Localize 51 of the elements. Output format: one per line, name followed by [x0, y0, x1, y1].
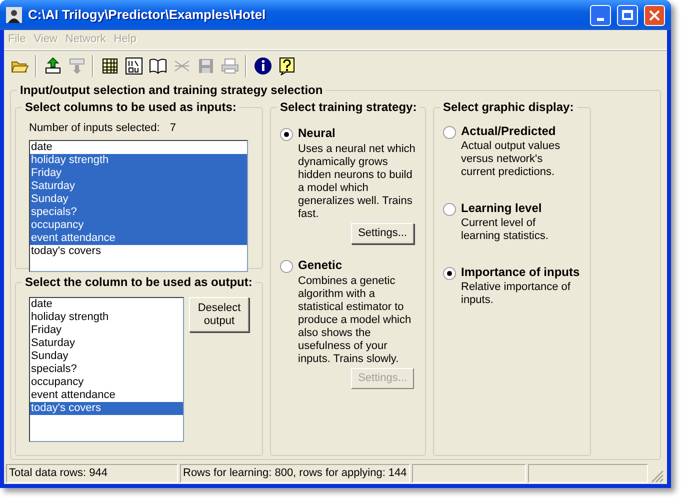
list-item[interactable]: specials? — [30, 206, 247, 218]
strategy-option-label[interactable]: Genetic — [298, 258, 416, 273]
inputs-count-label: Number of inputs selected: — [29, 121, 160, 136]
status-panel: Total data rows: 944 — [6, 464, 178, 483]
deselect-output-button[interactable]: Deselect output — [189, 297, 249, 332]
display-option-label[interactable]: Actual/Predicted — [461, 124, 571, 139]
list-item[interactable]: occupancy — [30, 376, 184, 389]
radio-button[interactable] — [280, 128, 293, 141]
list-item[interactable]: date — [30, 140, 247, 154]
close-icon — [649, 10, 660, 20]
display-option-label[interactable]: Learning level — [461, 201, 571, 216]
display-description: Actual output values versus network's current predictions. — [461, 140, 562, 179]
group-title: Select graphic display: — [440, 99, 577, 115]
group-title: Select the column to be used as output: — [22, 274, 256, 290]
list-item[interactable]: Friday — [30, 166, 247, 180]
strategy-option-label[interactable]: Neural — [298, 126, 416, 141]
list-item[interactable]: Sunday — [30, 192, 247, 206]
list-item[interactable]: Sunday — [30, 350, 184, 363]
list-item[interactable]: holiday strength — [30, 154, 247, 166]
minimize-button[interactable] — [590, 4, 611, 26]
display-option-label[interactable]: Importance of inputs — [461, 265, 580, 280]
strategy-description: Combines a genetic algorithm with a statistical estimator to produce a model which also shows the usefulness of your inputs. Trains slowly. — [298, 275, 412, 366]
list-item[interactable]: Friday — [30, 324, 184, 337]
list-item[interactable]: event attendance — [30, 389, 184, 402]
display-description: Relative importance of inputs. — [461, 281, 571, 307]
window-title: C:\AI Trilogy\Predictor\Examples\Hotel — [28, 6, 267, 24]
radio-button[interactable] — [443, 126, 456, 139]
list-item[interactable]: date — [30, 298, 184, 311]
maximize-button[interactable] — [617, 4, 638, 26]
status-panel: Rows for learning: 800, rows for applying: 144 — [180, 464, 410, 483]
app-icon — [6, 7, 22, 23]
display-description: Current level of learning statistics. — [461, 217, 550, 243]
list-item[interactable]: event attendance — [30, 232, 247, 244]
list-item[interactable]: occupancy — [30, 218, 247, 232]
list-item[interactable]: today's covers — [30, 244, 247, 258]
list-item[interactable]: specials? — [30, 363, 184, 376]
inputs-count: 7 — [170, 121, 176, 136]
list-item[interactable]: holiday strength — [30, 311, 184, 324]
list-item[interactable]: Saturday — [30, 337, 184, 350]
settings-button[interactable]: Settings... — [351, 223, 414, 244]
group-title: Select columns to be used as inputs: — [22, 99, 240, 115]
list-item[interactable]: Saturday — [30, 180, 247, 192]
group-title: Input/output selection and training strategy selection — [17, 82, 326, 98]
resize-grip-icon[interactable] — [650, 469, 664, 483]
close-button[interactable] — [644, 4, 665, 26]
radio-button[interactable] — [280, 260, 293, 273]
radio-button[interactable] — [443, 267, 456, 280]
group-title: Select training strategy: — [277, 99, 420, 115]
strategy-description: Uses a neural net which dynamically grows hidden neurons to build a model which generalizes well. Trains fast. — [298, 143, 416, 221]
list-item[interactable]: today's covers — [30, 402, 184, 415]
radio-button[interactable] — [443, 203, 456, 216]
